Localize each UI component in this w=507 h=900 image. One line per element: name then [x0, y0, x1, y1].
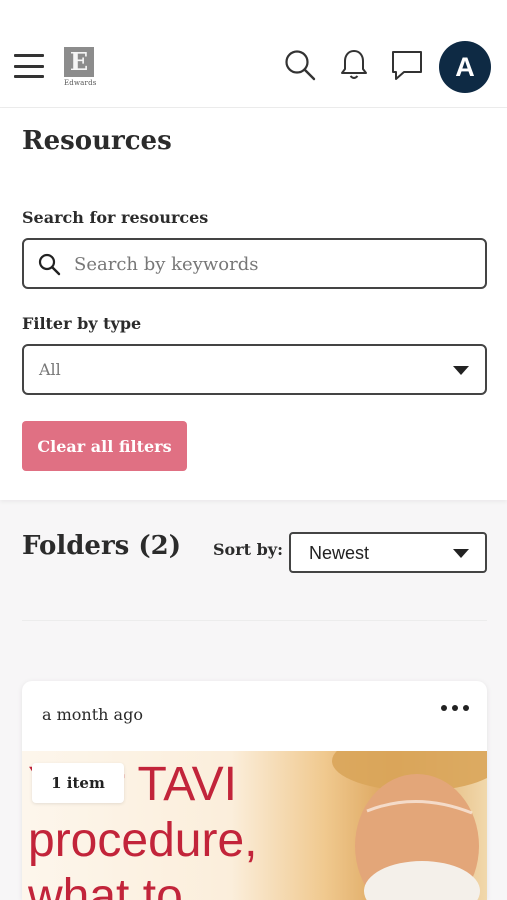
bell-icon[interactable]	[337, 47, 371, 83]
type-filter-value: All	[39, 360, 61, 379]
sort-select[interactable]: Newest	[289, 532, 487, 573]
sort-label: Sort by:	[213, 540, 284, 559]
search-label: Search for resources	[22, 208, 209, 227]
edwards-logo[interactable]: E Edwards	[64, 47, 98, 89]
more-options-icon[interactable]	[441, 699, 469, 717]
folder-card[interactable]: a month ago Your TAVI procedure, what to…	[22, 681, 487, 900]
search-input[interactable]	[74, 248, 474, 280]
logo-text: Edwards	[64, 79, 97, 87]
card-date: a month ago	[42, 705, 143, 724]
sort-value: Newest	[309, 543, 370, 563]
logo-mark: E	[64, 47, 94, 77]
divider	[22, 620, 487, 621]
filter-panel: Resources Search for resources Filter by…	[0, 108, 507, 500]
search-field[interactable]	[22, 238, 487, 289]
search-icon[interactable]	[283, 47, 317, 83]
chat-icon[interactable]	[390, 47, 424, 83]
item-count-badge: 1 item	[32, 763, 124, 803]
magnifier-icon	[37, 252, 61, 280]
app-header: E Edwards A	[0, 0, 507, 108]
folder-thumbnail[interactable]: Your TAVI procedure, what to 1 item	[22, 751, 487, 900]
user-avatar[interactable]: A	[439, 41, 491, 93]
caret-down-icon	[453, 549, 469, 558]
menu-icon[interactable]	[14, 54, 44, 78]
folders-title: Folders (2)	[22, 531, 182, 561]
type-filter-select[interactable]: All	[22, 344, 487, 395]
caret-down-icon	[453, 366, 469, 375]
filter-label: Filter by type	[22, 314, 142, 333]
page-title: Resources	[22, 126, 172, 156]
clear-filters-button[interactable]: Clear all filters	[22, 421, 187, 471]
